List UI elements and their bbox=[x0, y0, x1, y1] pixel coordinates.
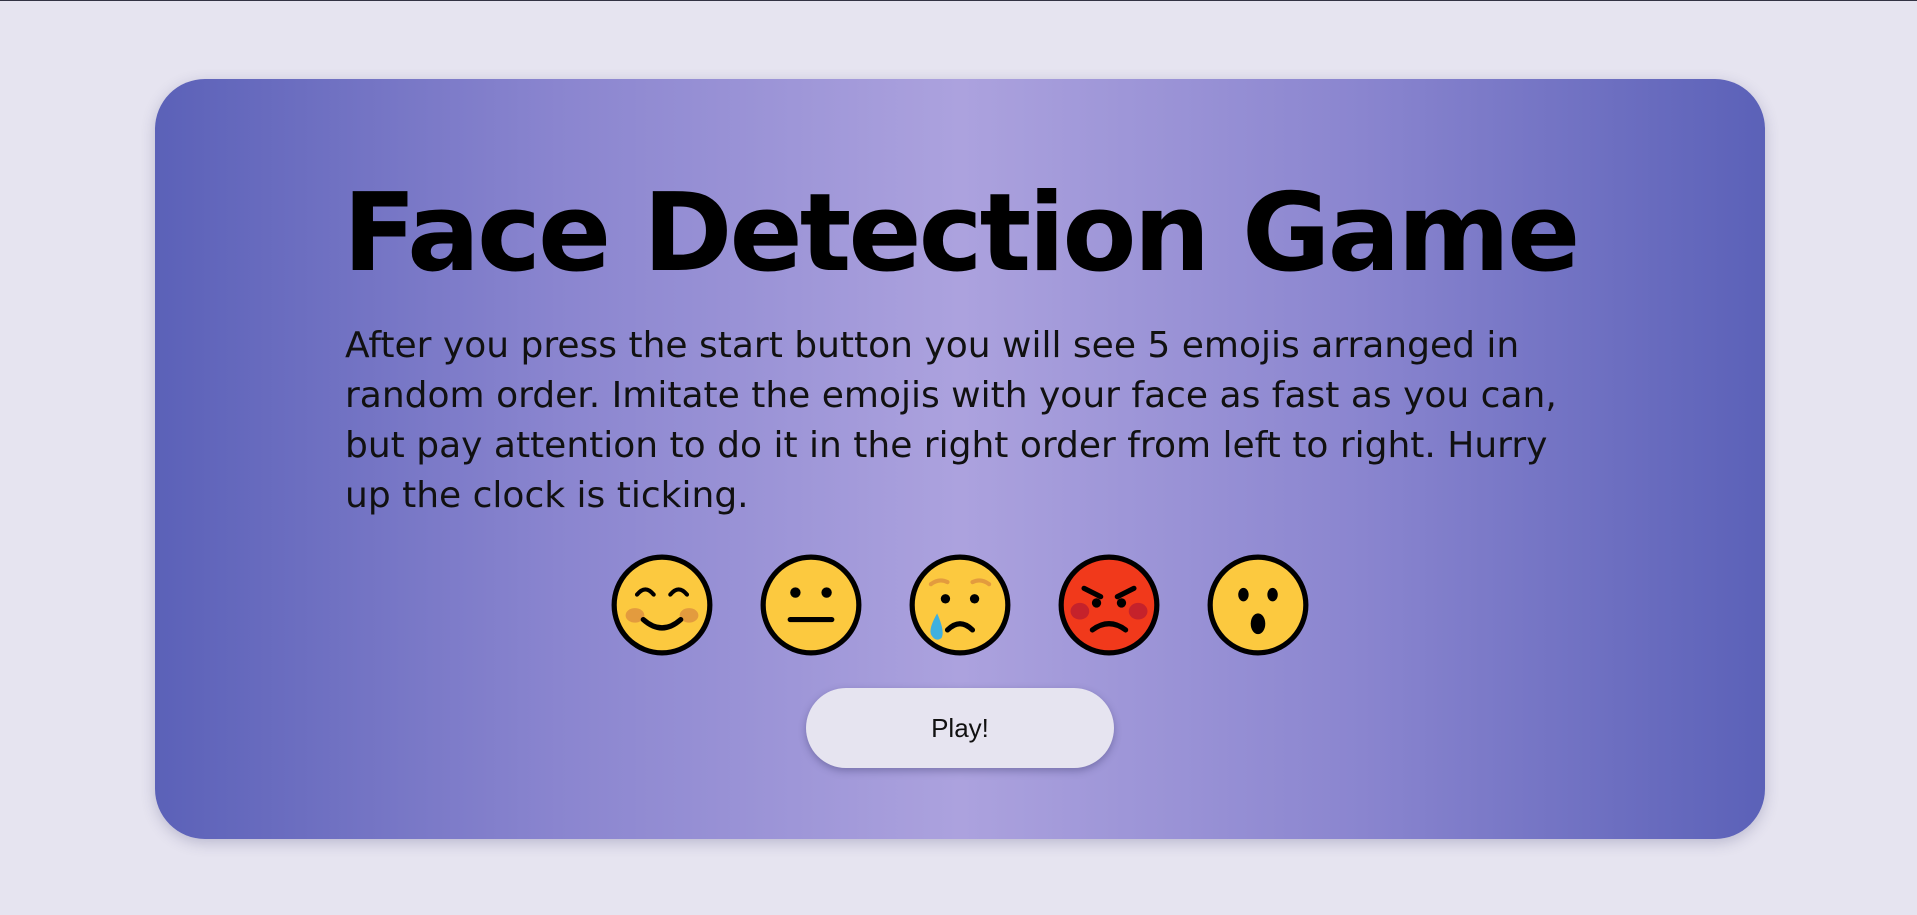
crying-face-icon bbox=[909, 554, 1011, 656]
play-button[interactable]: Play! bbox=[806, 688, 1114, 768]
page-title: Face Detection Game bbox=[342, 171, 1581, 296]
game-intro-card: Face Detection Game After you press the … bbox=[155, 79, 1765, 839]
surprised-face-icon bbox=[1207, 554, 1309, 656]
neutral-face-icon bbox=[760, 554, 862, 656]
angry-face-icon bbox=[1058, 554, 1160, 656]
emoji-row bbox=[155, 553, 1765, 657]
smiling-face-icon bbox=[611, 554, 713, 656]
game-instructions: After you press the start button you wil… bbox=[345, 325, 1557, 516]
